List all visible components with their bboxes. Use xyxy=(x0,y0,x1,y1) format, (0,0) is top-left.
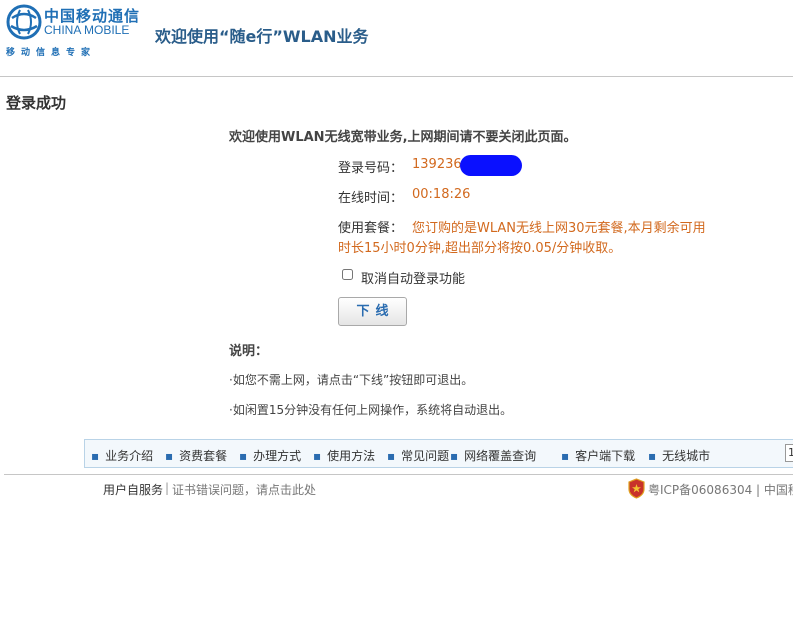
online-time-value: 00:18:26 xyxy=(412,187,471,202)
nav-item-label: 网络覆盖查询 xyxy=(464,449,537,463)
nav-item-usage[interactable]: ▪ 使用方法 xyxy=(313,447,375,464)
online-time-label: 在线时间： xyxy=(338,191,404,206)
bullet-icon: ▪ xyxy=(313,449,322,463)
nav-item-label: 资费套餐 xyxy=(179,449,228,463)
redaction-mark xyxy=(460,155,522,176)
bullet-icon: ▪ xyxy=(387,449,396,463)
bullet-icon: ▪ xyxy=(239,449,248,463)
service-nav-bar: ▪ 业务介绍 ▪ 资费套餐 ▪ 办理方式 ▪ 使用方法 ▪ 常见问题 ▪ 网络覆盖查询 ▪ 客… xyxy=(84,439,793,468)
footer-divider xyxy=(4,474,793,475)
nav-item-how-to-apply[interactable]: ▪ 办理方式 xyxy=(239,447,301,464)
nav-dropdown-box[interactable]: 1 xyxy=(785,444,793,462)
police-emblem-icon xyxy=(628,478,645,499)
nav-item-label: 使用方法 xyxy=(327,449,376,463)
nav-item-pricing[interactable]: ▪ 资费套餐 xyxy=(165,447,227,464)
bullet-icon: ▪ xyxy=(450,449,459,463)
plan-description-line1: 您订购的是WLAN无线上网30元套餐,本月剩余可用 xyxy=(412,221,706,236)
nav-item-client-download[interactable]: ▪ 客户端下载 xyxy=(561,447,635,464)
note-item: ·如闲置15分钟没有任何上网操作，系统将自动退出。 xyxy=(229,403,513,417)
nav-item-label: 客户端下载 xyxy=(575,449,636,463)
bullet-icon: ▪ xyxy=(648,449,657,463)
globe-logo-icon xyxy=(6,4,42,40)
plan-label: 使用套餐： xyxy=(338,221,404,236)
nav-item-service-intro[interactable]: ▪ 业务介绍 xyxy=(91,447,153,464)
logout-button[interactable]: 下线 xyxy=(338,297,407,326)
cancel-auto-login-checkbox[interactable] xyxy=(342,269,353,280)
icp-license-text: 粤ICP备06086304 | 中国移 xyxy=(648,483,793,497)
plan-description-line2: 时长15小时0分钟,超出部分将按0.05/分钟收取。 xyxy=(338,241,622,256)
bullet-icon: ▪ xyxy=(561,449,570,463)
nav-item-label: 常见问题 xyxy=(401,449,450,463)
bullet-icon: ▪ xyxy=(91,449,100,463)
footer-separator: | xyxy=(165,481,170,495)
login-number-label: 登录号码： xyxy=(338,161,404,176)
bullet-icon: ▪ xyxy=(165,449,174,463)
header-title: 欢迎使用“随e行”WLAN业务 xyxy=(155,27,369,46)
notes-title: 说明： xyxy=(229,344,269,359)
self-service-link[interactable]: 用户自服务 xyxy=(103,481,163,498)
login-number-value: 139236 xyxy=(412,157,462,172)
nav-item-wireless-city[interactable]: ▪ 无线城市 xyxy=(648,447,710,464)
nav-item-label: 无线城市 xyxy=(662,449,711,463)
nav-item-coverage[interactable]: ▪ 网络覆盖查询 xyxy=(450,447,536,464)
nav-item-faq[interactable]: ▪ 常见问题 xyxy=(387,447,449,464)
welcome-message: 欢迎使用WLAN无线宽带业务,上网期间请不要关闭此页面。 xyxy=(229,130,577,145)
logo-english-name: CHINA MOBILE xyxy=(44,23,130,37)
certificate-error-link[interactable]: 证书错误问题，请点击此处 xyxy=(172,481,316,498)
cancel-auto-login-label[interactable]: 取消自动登录功能 xyxy=(361,268,465,287)
china-mobile-logo: 中国移动通信 CHINA MOBILE 移动信息专家 xyxy=(6,4,142,60)
header-divider xyxy=(0,76,793,77)
nav-item-label: 办理方式 xyxy=(253,449,302,463)
logo-slogan: 移动信息专家 xyxy=(6,48,97,58)
nav-item-label: 业务介绍 xyxy=(105,449,154,463)
note-item: ·如您不需上网，请点击“下线”按钮即可退出。 xyxy=(229,373,474,387)
page-title: 登录成功 xyxy=(6,94,67,112)
